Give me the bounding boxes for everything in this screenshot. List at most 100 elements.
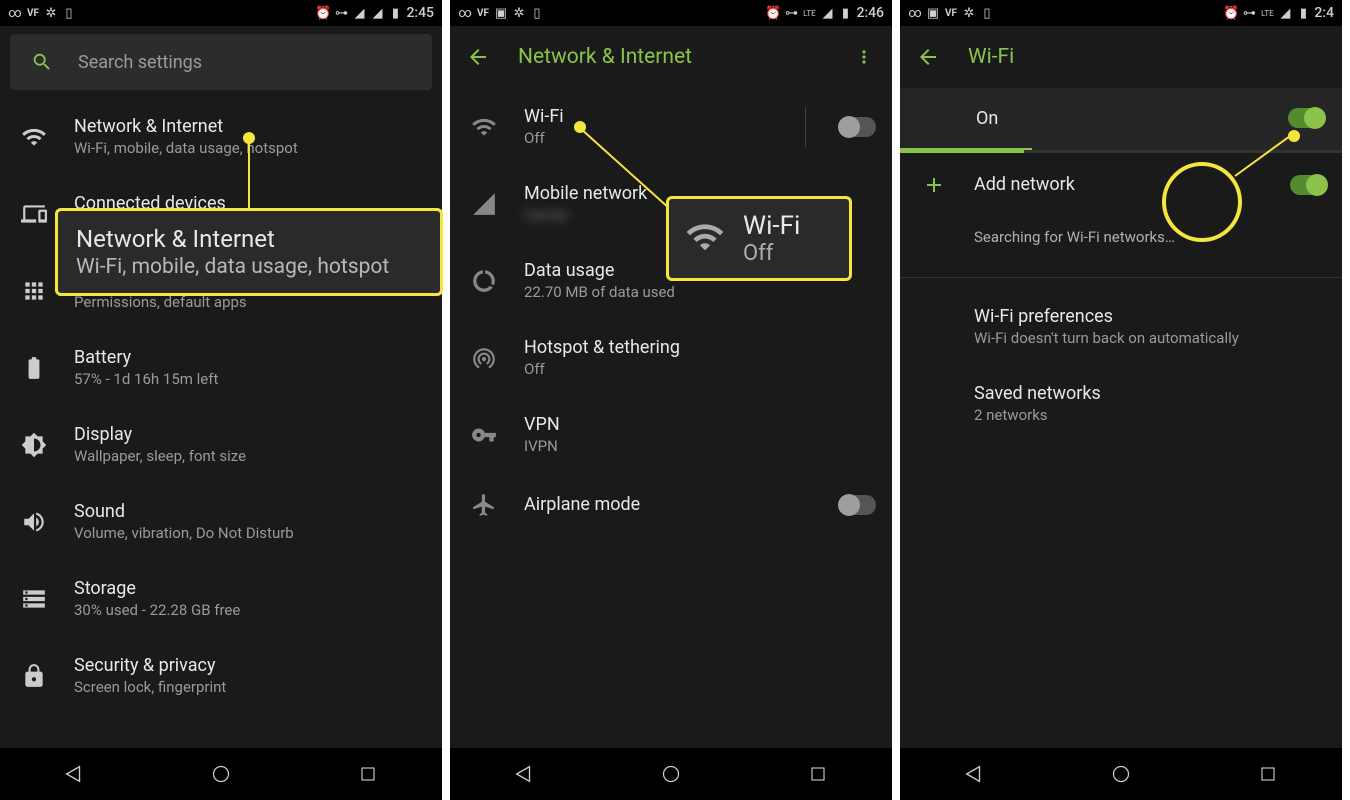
row-title: Network & Internet: [74, 116, 426, 137]
phone-icon: ▯: [530, 6, 544, 20]
row-sub: Carrier: [524, 206, 876, 224]
row-storage[interactable]: Storage 30% used - 22.28 GB free: [0, 560, 442, 637]
wifi-icon: ◢: [352, 6, 366, 20]
search-settings[interactable]: Search settings: [10, 34, 432, 90]
search-icon: [28, 48, 56, 76]
row-sub: IVPN: [524, 437, 876, 455]
nav-recent[interactable]: [354, 760, 382, 788]
row-title: Display: [74, 424, 426, 445]
signal-icon: ◢: [370, 6, 384, 20]
battery-icon: ▮: [838, 6, 852, 20]
lte-icon: LTE: [1260, 6, 1274, 20]
row-data-usage[interactable]: Data usage 22.70 MB of data used: [450, 242, 892, 319]
wifi-master-toggle[interactable]: [1288, 108, 1324, 128]
battery-icon: ▮: [388, 6, 402, 20]
spacer-icon: [920, 313, 948, 341]
navigation-bar: [900, 748, 1342, 800]
row-sub: 30% used - 22.28 GB free: [74, 601, 426, 619]
app-bar: Network & Internet: [450, 26, 892, 88]
row-add-network[interactable]: Add network: [900, 153, 1342, 217]
page-title: Wi-Fi: [968, 45, 1326, 69]
back-button[interactable]: [916, 45, 940, 69]
voicemail-icon: ∞: [908, 6, 922, 20]
voicemail-icon: ∞: [8, 6, 22, 20]
storage-icon: [20, 585, 48, 613]
row-title: Sound: [74, 501, 426, 522]
airplane-toggle[interactable]: [840, 495, 876, 515]
phone-settings-main: ∞ VF ✲ ▯ ⏰ ⊶ ◢ ◢ ▮ 2:45 Search settings …: [0, 0, 450, 800]
row-title: Storage: [74, 578, 426, 599]
vf-icon: VF: [476, 6, 490, 20]
row-sub: 2 networks: [974, 406, 1326, 424]
nav-back[interactable]: [960, 760, 988, 788]
row-sub: Wallpaper, sleep, font size: [74, 447, 426, 465]
row-sub: Screen lock, fingerprint: [74, 678, 426, 696]
status-time: 2:46: [856, 5, 884, 21]
status-bar: ∞ VF ▣ ✲ ▯ ⏰ ⊶ LTE ◢ ▮ 2:46: [450, 0, 892, 26]
alarm-icon: ⏰: [766, 6, 780, 20]
phone-network-internet: ∞ VF ▣ ✲ ▯ ⏰ ⊶ LTE ◢ ▮ 2:46 Network & In…: [450, 0, 900, 800]
row-battery[interactable]: Battery 57% - 1d 16h 15m left: [0, 329, 442, 406]
row-network-internet[interactable]: Network & Internet Wi-Fi, mobile, data u…: [0, 98, 442, 175]
row-sub: Volume, vibration, Do Not Disturb: [74, 524, 426, 542]
image-icon: ▣: [494, 6, 508, 20]
more-button[interactable]: [852, 45, 876, 69]
nav-home[interactable]: [207, 760, 235, 788]
app-bar: Wi-Fi: [900, 26, 1342, 88]
leaf-icon: ✲: [44, 6, 58, 20]
spacer-icon: [920, 390, 948, 418]
row-title: Apps & notifications: [74, 270, 426, 291]
display-icon: [20, 431, 48, 459]
wifi-on-row[interactable]: On: [900, 88, 1342, 150]
vf-icon: VF: [26, 6, 40, 20]
hotspot-icon: [470, 344, 498, 372]
divider: [900, 277, 1342, 278]
navigation-bar: [0, 748, 442, 800]
alarm-icon: ⏰: [316, 6, 330, 20]
row-sub: Permissions, default apps: [74, 293, 426, 311]
leaf-icon: ✲: [512, 6, 526, 20]
row-sub: 22.70 MB of data used: [524, 283, 876, 301]
row-vpn[interactable]: VPN IVPN: [450, 396, 892, 473]
row-wifi-preferences[interactable]: Wi-Fi preferences Wi-Fi doesn't turn bac…: [900, 288, 1342, 365]
row-sound[interactable]: Sound Volume, vibration, Do Not Disturb: [0, 483, 442, 560]
nav-back[interactable]: [60, 760, 88, 788]
row-wifi[interactable]: Wi-Fi Off: [450, 88, 892, 165]
row-searching: Searching for Wi-Fi networks…: [900, 217, 1342, 277]
on-label: On: [976, 108, 1288, 129]
phone-icon: ▯: [62, 6, 76, 20]
row-title: Hotspot & tethering: [524, 337, 876, 358]
plus-icon: [920, 171, 948, 199]
row-display[interactable]: Display Wallpaper, sleep, font size: [0, 406, 442, 483]
airplane-icon: [470, 491, 498, 519]
row-sub: Wi-Fi doesn't turn back on automatically: [974, 329, 1326, 347]
row-mobile-network[interactable]: Mobile network Carrier: [450, 165, 892, 242]
row-title: Airplane mode: [524, 494, 814, 515]
wifi-toggle[interactable]: [840, 117, 876, 137]
key-icon: ⊶: [334, 6, 348, 20]
spacer-icon: [920, 223, 948, 251]
row-security-privacy[interactable]: Security & privacy Screen lock, fingerpr…: [0, 637, 442, 714]
row-apps-notifications[interactable]: Apps & notifications Permissions, defaul…: [0, 252, 442, 329]
row-connected-devices[interactable]: Connected devices Bluetooth, Cast, NFC: [0, 175, 442, 252]
nav-recent[interactable]: [1254, 760, 1282, 788]
settings-list: Network & Internet Wi-Fi, mobile, data u…: [0, 98, 442, 748]
row-hotspot[interactable]: Hotspot & tethering Off: [450, 319, 892, 396]
add-network-toggle[interactable]: [1290, 175, 1326, 195]
signal-icon: ◢: [820, 6, 834, 20]
row-airplane-mode[interactable]: Airplane mode: [450, 473, 892, 537]
nav-home[interactable]: [657, 760, 685, 788]
leaf-icon: ✲: [962, 6, 976, 20]
back-button[interactable]: [466, 45, 490, 69]
voicemail-icon: ∞: [458, 6, 472, 20]
row-title: Wi-Fi: [524, 106, 779, 127]
row-saved-networks[interactable]: Saved networks 2 networks: [900, 365, 1342, 442]
wifi-icon: [20, 123, 48, 151]
phone-icon: ▯: [980, 6, 994, 20]
nav-back[interactable]: [510, 760, 538, 788]
nav-home[interactable]: [1107, 760, 1135, 788]
row-sub: Wi-Fi, mobile, data usage, hotspot: [74, 139, 426, 157]
phone-wifi: ∞ ▣ VF ✲ ▯ ⏰ ⊶ LTE ◢ ▮ 2:4 Wi-Fi On: [900, 0, 1350, 800]
nav-recent[interactable]: [804, 760, 832, 788]
status-time: 2:4: [1314, 5, 1334, 21]
